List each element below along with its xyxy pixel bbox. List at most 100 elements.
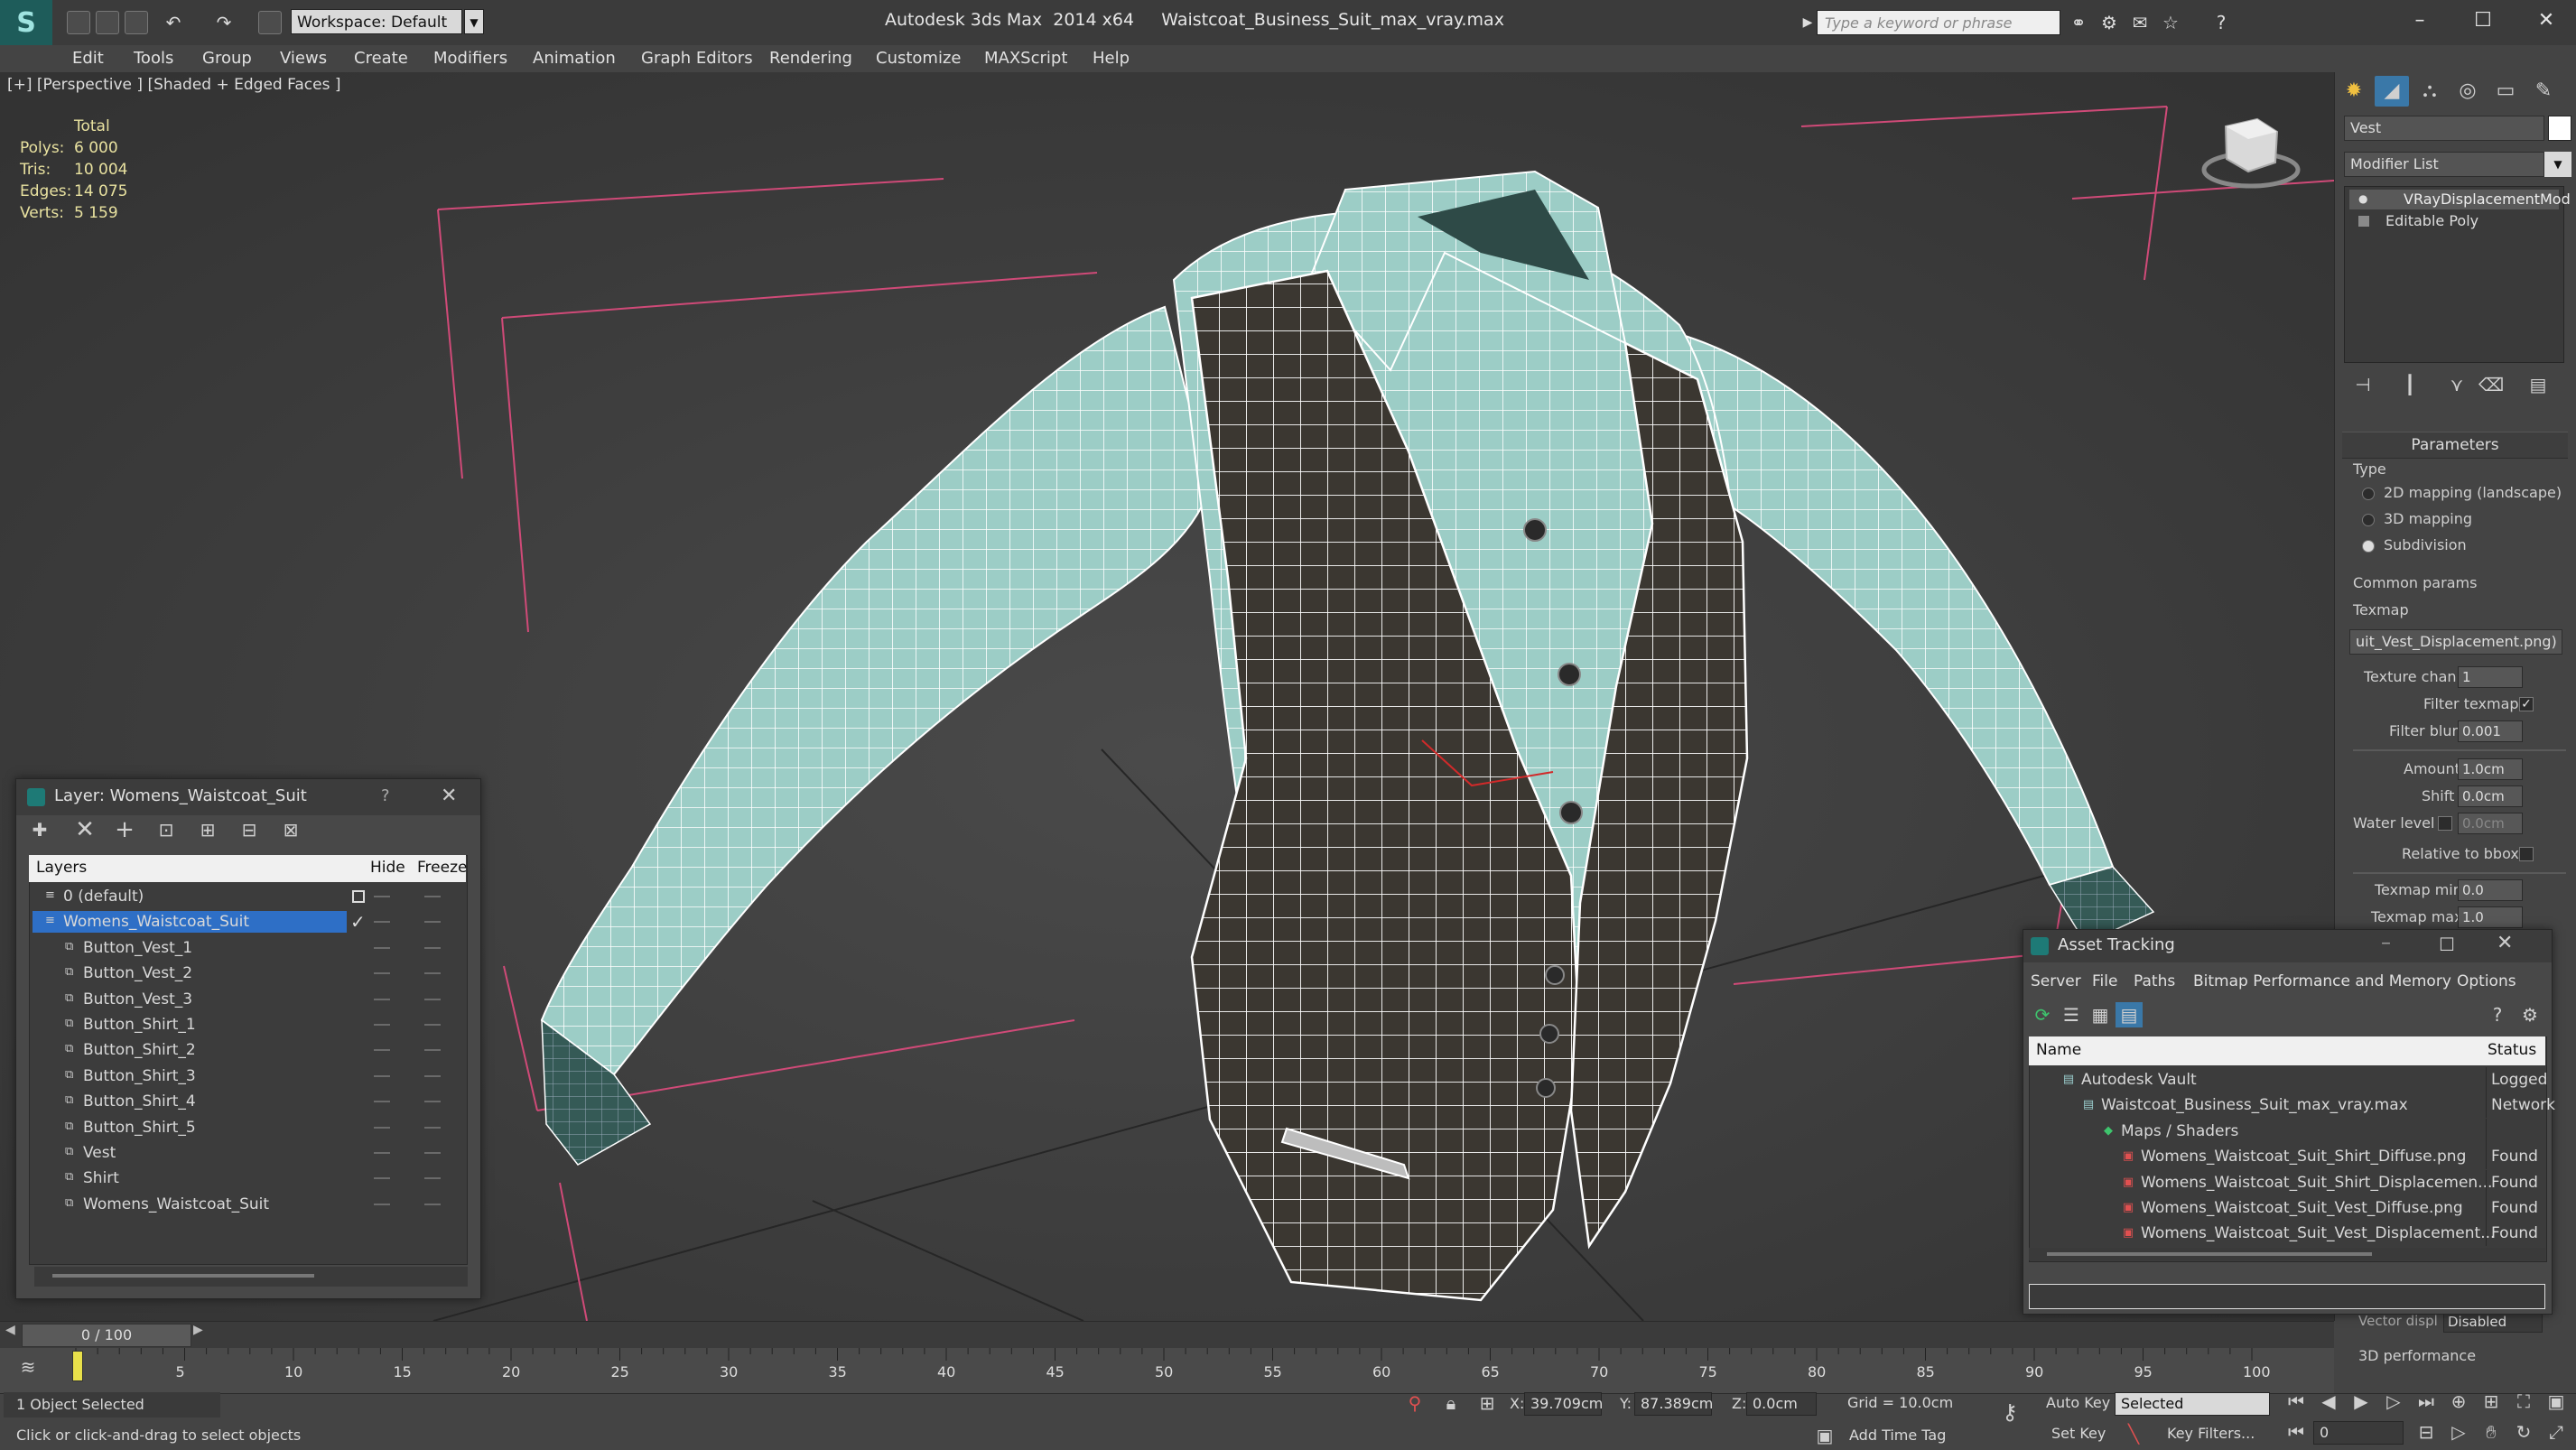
new-file-icon[interactable]: [67, 11, 90, 34]
undo-icon[interactable]: ↶: [163, 12, 184, 33]
freeze-toggle[interactable]: [424, 1074, 441, 1077]
add-time-tag[interactable]: Add Time Tag: [1849, 1427, 1946, 1444]
freeze-toggle[interactable]: [424, 1126, 441, 1129]
close-button[interactable]: ✕: [2519, 4, 2573, 38]
column-freeze[interactable]: Freeze: [417, 859, 467, 877]
layer-row[interactable]: ⧉ Button_Shirt_4: [27, 1089, 453, 1114]
modifier-list-dropdown[interactable]: Modifier List: [2344, 152, 2544, 177]
key-mode-icon[interactable]: ╲: [2120, 1421, 2147, 1446]
save-file-icon[interactable]: [125, 11, 148, 34]
scrollbar-thumb[interactable]: [52, 1274, 314, 1278]
time-tag-icon[interactable]: ▣: [1811, 1423, 1838, 1448]
stack-item-editable-poly[interactable]: Editable Poly: [2349, 211, 2559, 231]
previous-frame-icon[interactable]: ◀: [2315, 1389, 2342, 1414]
vault-settings-icon[interactable]: ⚙: [2516, 1002, 2543, 1027]
zoom-icon[interactable]: ⊕: [2445, 1389, 2472, 1414]
filter-blur-spinner[interactable]: 0.001: [2458, 720, 2523, 742]
freeze-toggle[interactable]: [424, 921, 441, 924]
search-input[interactable]: Type a keyword or phrase: [1817, 10, 2060, 35]
radio-3d-mapping[interactable]: [2362, 514, 2375, 526]
time-slider[interactable]: [0, 1321, 2334, 1349]
min-max-toggle-icon[interactable]: ⤢: [2543, 1419, 2570, 1445]
freeze-toggle[interactable]: [424, 1203, 441, 1205]
column-hide[interactable]: Hide: [370, 859, 405, 877]
asset-row[interactable]: ▤ Waistcoat_Business_Suit_max_vray.max Net…: [2029, 1092, 2555, 1119]
texmap-button[interactable]: uit_Vest_Displacement.png): [2349, 629, 2562, 655]
play-icon[interactable]: ▶: [2348, 1389, 2375, 1414]
isolate-selection-icon[interactable]: ⚲: [1401, 1390, 1428, 1416]
create-tab-icon[interactable]: ✹: [2337, 76, 2371, 107]
layer-row[interactable]: ⧉ Button_Vest_2: [27, 961, 453, 986]
layer-row[interactable]: ⧉ Vest: [27, 1140, 453, 1166]
hierarchy-tab-icon[interactable]: ⛬: [2413, 76, 2447, 107]
menu-edit[interactable]: Edit: [72, 45, 104, 72]
freeze-toggle[interactable]: [424, 896, 441, 897]
asset-row[interactable]: ▣ Womens_Waistcoat_Suit_Vest_Displacement…: [2029, 1221, 2545, 1247]
pin-stack-icon[interactable]: ⊣: [2349, 372, 2376, 397]
texture-chan-spinner[interactable]: 1: [2458, 666, 2523, 688]
show-end-result-icon[interactable]: ┃: [2396, 372, 2423, 397]
subscription-icon[interactable]: ⚙: [2098, 12, 2120, 33]
chevron-right-icon[interactable]: ▶: [1797, 12, 1818, 33]
menu-maxscript[interactable]: MAXScript: [984, 45, 1067, 72]
relative-to-bbox-checkbox[interactable]: [2519, 847, 2534, 861]
zoom-all-icon[interactable]: ⊞: [2478, 1389, 2505, 1414]
key-icon[interactable]: ⚷: [1992, 1399, 2028, 1425]
hide-toggle[interactable]: [374, 1203, 390, 1205]
texmap-min-spinner[interactable]: 0.0: [2458, 879, 2523, 901]
auto-key-button[interactable]: Auto Key: [2046, 1394, 2110, 1411]
motion-tab-icon[interactable]: ◎: [2450, 76, 2485, 107]
create-layer-icon[interactable]: ✚: [25, 817, 54, 842]
object-name-field[interactable]: Vest: [2344, 116, 2544, 141]
hide-toggle[interactable]: [374, 1177, 390, 1180]
menu-animation[interactable]: Animation: [533, 45, 616, 72]
layer-explorer-window[interactable]: Layer: Womens_Waistcoat_Suit ? ✕ ✚ ✕ + ⊡…: [15, 778, 481, 1299]
asset-row[interactable]: ▤ Autodesk Vault Logged: [2029, 1067, 2547, 1092]
hide-all-icon[interactable]: ⊟: [235, 817, 264, 842]
water-level-checkbox[interactable]: [2438, 816, 2452, 831]
refresh-icon[interactable]: ⟳: [2029, 1002, 2056, 1027]
freeze-toggle[interactable]: [424, 1101, 441, 1103]
layer-row[interactable]: ⧉ Womens_Waistcoat_Suit: [27, 1192, 453, 1217]
workspace-dropdown[interactable]: Workspace: Default: [291, 9, 462, 34]
viewport-label[interactable]: [+] [Perspective ] [Shaded + Edged Faces…: [7, 76, 340, 94]
redo-icon[interactable]: ↷: [213, 12, 235, 33]
freeze-toggle[interactable]: [424, 1177, 441, 1180]
delete-layer-icon[interactable]: ✕: [70, 817, 99, 842]
column-name[interactable]: Name: [2036, 1041, 2081, 1059]
utilities-tab-icon[interactable]: ✎: [2526, 76, 2561, 107]
light-bulb-icon[interactable]: ●: [2358, 192, 2371, 205]
app-logo-icon[interactable]: S: [0, 0, 52, 45]
hide-toggle[interactable]: [374, 1126, 390, 1129]
current-frame-marker[interactable]: [72, 1351, 83, 1381]
hide-toggle[interactable]: [374, 1074, 390, 1077]
list-view-icon[interactable]: ☰: [2058, 1002, 2085, 1027]
menu-help[interactable]: Help: [1093, 45, 1130, 72]
z-coordinate-field[interactable]: 0.0cm: [1746, 1392, 1817, 1416]
close-icon[interactable]: ✕: [441, 785, 457, 807]
hide-toggle[interactable]: [374, 1152, 390, 1154]
freeze-toggle[interactable]: [424, 946, 441, 949]
chevron-left-icon[interactable]: ◀: [5, 1323, 15, 1337]
zoom-extents-icon[interactable]: ⛶: [2510, 1389, 2537, 1414]
menu-group[interactable]: Group: [202, 45, 252, 72]
help-icon[interactable]: ?: [2210, 12, 2232, 33]
hide-toggle[interactable]: [374, 972, 390, 975]
layer-row[interactable]: ⧉ Button_Shirt_2: [27, 1037, 453, 1063]
orbit-icon[interactable]: ↻: [2510, 1419, 2537, 1445]
scrollbar-thumb[interactable]: [2047, 1252, 2372, 1256]
hide-toggle[interactable]: [374, 1024, 390, 1026]
minimize-button[interactable]: –: [2381, 932, 2391, 954]
chevron-down-icon[interactable]: ▼: [464, 9, 484, 34]
go-to-end-icon[interactable]: ⏭: [2413, 1389, 2440, 1414]
selection-lock-icon[interactable]: 🔒︎: [1437, 1390, 1465, 1416]
highlight-layer-icon[interactable]: ⊞: [193, 817, 222, 842]
freeze-toggle[interactable]: [424, 998, 441, 1000]
close-icon[interactable]: ✕: [2497, 932, 2513, 954]
column-layers[interactable]: Layers: [36, 859, 87, 877]
hide-toggle[interactable]: [374, 1049, 390, 1052]
chevron-right-icon[interactable]: ▶: [193, 1323, 203, 1337]
amount-spinner[interactable]: 1.0cm: [2458, 758, 2523, 780]
layer-row[interactable]: ≡ Womens_Waistcoat_Suit ✓: [27, 909, 453, 934]
current-layer-check-icon[interactable]: ✓: [350, 909, 366, 934]
